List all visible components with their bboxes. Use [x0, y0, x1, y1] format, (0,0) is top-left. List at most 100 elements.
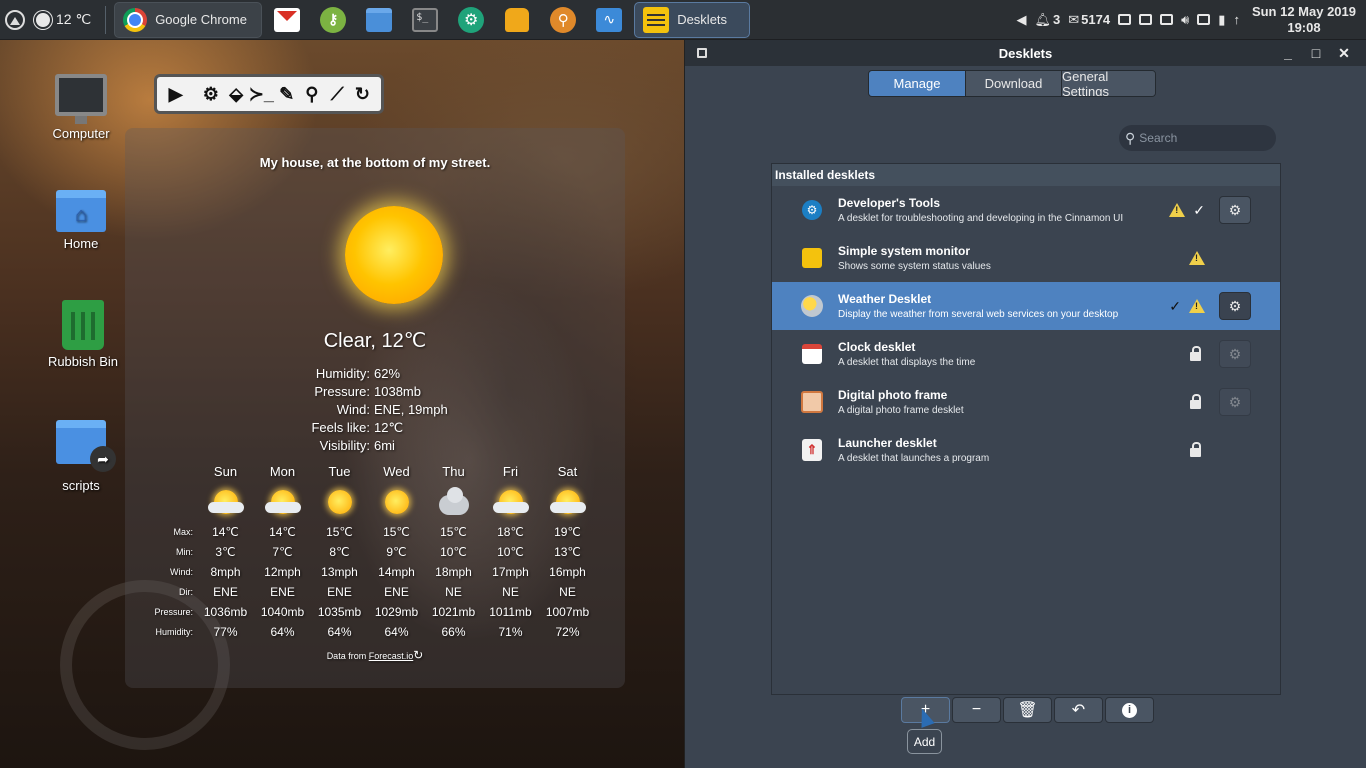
forecast-row-label: Dir:	[179, 587, 193, 597]
forecast-cell: 13mph	[321, 565, 358, 579]
forecast-cell: 1007mb	[545, 605, 590, 619]
maximize-icon[interactable]: □	[1302, 40, 1330, 66]
keyboard-icon[interactable]	[1197, 14, 1211, 25]
desklets-window: Desklets _ □ ✕ Manage Download General S…	[684, 40, 1366, 768]
magnifier-icon[interactable]: ⚲	[299, 81, 324, 107]
remove-button[interactable]: −	[952, 697, 1001, 723]
reload-icon[interactable]: ↻	[350, 81, 375, 107]
package-icon	[505, 7, 530, 32]
volume-icon[interactable]: 🔊︎	[1181, 12, 1189, 28]
system-monitor-icon: ∿	[596, 7, 623, 32]
network-icon[interactable]: ↑	[1233, 12, 1240, 27]
desklet-row-selected[interactable]: Weather Desklet Display the weather from…	[772, 282, 1280, 330]
detail-row: Wind: ENE, 19mph	[125, 402, 625, 420]
forecast-cell: 66%	[441, 625, 466, 639]
configure-button[interactable]: ⚙	[1219, 196, 1251, 224]
weather-condition: Clear, 12℃	[323, 330, 427, 352]
desktop-icon-scripts[interactable]: ➦ scripts	[36, 420, 126, 493]
launcher-package-manager[interactable]	[494, 0, 540, 40]
refresh-icon[interactable]: ↻	[413, 648, 423, 662]
calendar-icon	[802, 344, 822, 364]
desklet-row[interactable]: Digital photo frame A digital photo fram…	[772, 378, 1280, 426]
weather-applet-temp: 12 ℃	[56, 11, 92, 27]
search-input[interactable]	[1139, 131, 1260, 145]
forecast-cell: ENE	[213, 585, 238, 599]
desktop-icon-home[interactable]: ⌂ Home	[36, 190, 126, 251]
tray-expand-icon[interactable]: ◀	[1017, 12, 1027, 28]
launcher-files[interactable]	[356, 0, 402, 40]
tab-general-settings[interactable]: General Settings	[1061, 71, 1155, 96]
minimize-icon[interactable]: _	[1274, 40, 1302, 66]
tab-manage[interactable]: Manage	[869, 71, 965, 96]
forecast-cell: 1021mb	[431, 605, 476, 619]
search-box[interactable]: ⚲	[1119, 125, 1276, 151]
configure-button[interactable]: ⚙	[1219, 292, 1251, 320]
task-desklets[interactable]: Desklets	[634, 1, 751, 38]
desklet-row[interactable]: Simple system monitor Shows some system …	[772, 234, 1280, 282]
task-google-chrome[interactable]: Google Chrome	[114, 1, 263, 38]
cogs-icon: ⚙	[1228, 345, 1242, 362]
desktop-icon-rubbish-bin[interactable]: Rubbish Bin	[38, 300, 128, 369]
forecast-day: Wed	[383, 464, 410, 479]
forecast-cell: ENE	[327, 585, 352, 599]
detail-value: 62%	[374, 366, 401, 381]
desklet-row[interactable]: Clock desklet A desklet that displays th…	[772, 330, 1280, 378]
forecast-cell: 14℃	[269, 525, 296, 539]
clock-applet[interactable]: Sun 12 May 2019 19:08	[1244, 4, 1366, 36]
tab-download[interactable]: Download	[965, 71, 1061, 96]
uninstall-button[interactable]: 🗑︎	[1003, 697, 1052, 723]
forecast-cell: 8℃	[329, 545, 350, 559]
notes-icon	[643, 6, 670, 33]
cogs-icon: ⚙	[1228, 297, 1242, 314]
window-titlebar[interactable]: Desklets _ □ ✕	[685, 40, 1366, 66]
eyedropper-icon[interactable]: ✎	[274, 81, 299, 107]
restore-button[interactable]: ↶	[1054, 697, 1103, 723]
desklet-row[interactable]: ⚙ Developer's Tools A desklet for troubl…	[772, 186, 1280, 234]
installed-desklets-list: Installed desklets ⚙ Developer's Tools A…	[771, 163, 1281, 724]
notification-count: 3	[1053, 12, 1061, 27]
forecast-cell: 64%	[270, 625, 295, 639]
drive-icon[interactable]	[1139, 14, 1153, 25]
launcher-system-monitor[interactable]: ∿	[586, 0, 632, 40]
cogs-icon: ⚙	[1228, 393, 1242, 410]
play-icon[interactable]: ▶	[163, 81, 188, 107]
desktop-icon-computer[interactable]: Computer	[36, 74, 126, 141]
mail-applet[interactable]: ✉ 5174	[1068, 12, 1110, 28]
extensions-icon[interactable]: ⬙	[224, 81, 249, 107]
forecast-cell: 15℃	[383, 525, 410, 539]
gear-icon[interactable]: ⚙	[198, 81, 223, 107]
launcher-gmail[interactable]	[264, 0, 310, 40]
launcher-search[interactable]: ⚲	[540, 0, 586, 40]
window-tabs: Manage Download General Settings	[868, 70, 1156, 97]
partly-cloudy-icon	[264, 490, 301, 514]
camera-icon[interactable]	[1118, 14, 1132, 25]
desklet-row[interactable]: ⇑ Launcher desklet A desklet that launch…	[772, 426, 1280, 474]
configure-button[interactable]: ⚙	[1219, 340, 1251, 368]
forecast-cell: 72%	[555, 625, 580, 639]
about-button[interactable]: i	[1105, 697, 1154, 723]
forecast-io-link[interactable]: Forecast.io	[369, 651, 414, 661]
launcher-icon: ⇑	[802, 439, 822, 461]
battery-icon[interactable]: ▮	[1218, 12, 1225, 28]
launcher-terminal[interactable]: $_	[402, 0, 448, 40]
terminal-prompt-icon[interactable]: ≻_	[249, 81, 274, 107]
launcher-settings[interactable]: ⚙	[448, 0, 494, 40]
task-label: Google Chrome	[155, 12, 247, 27]
weather-applet[interactable]: 12 ℃	[30, 0, 99, 40]
forecast-cell: 12mph	[264, 565, 301, 579]
desklet-description: A desklet for troubleshooting and develo…	[838, 213, 1124, 224]
desklet-title: Developer's Tools	[838, 196, 940, 210]
configure-button[interactable]: ⚙	[1219, 388, 1251, 416]
forecast-cell: 16mph	[549, 565, 586, 579]
notifications-applet[interactable]: 🔔︎ 3	[1035, 12, 1061, 28]
close-icon[interactable]: ✕	[1330, 40, 1358, 66]
trash-icon	[62, 300, 104, 350]
forecast-cell: 3℃	[215, 545, 236, 559]
detail-key: Humidity:	[315, 366, 370, 381]
display-icon[interactable]	[1160, 14, 1174, 25]
brush-icon[interactable]: ⟋	[325, 81, 350, 107]
forecast-table: Sun Mon Tue Wed Thu Fri Sat Max: 14℃ 14℃ 15…	[145, 464, 596, 642]
launcher-keepass[interactable]: ⚷	[310, 0, 356, 40]
clock-date: Sun 12 May 2019	[1251, 3, 1356, 19]
main-menu-button[interactable]	[0, 0, 30, 40]
